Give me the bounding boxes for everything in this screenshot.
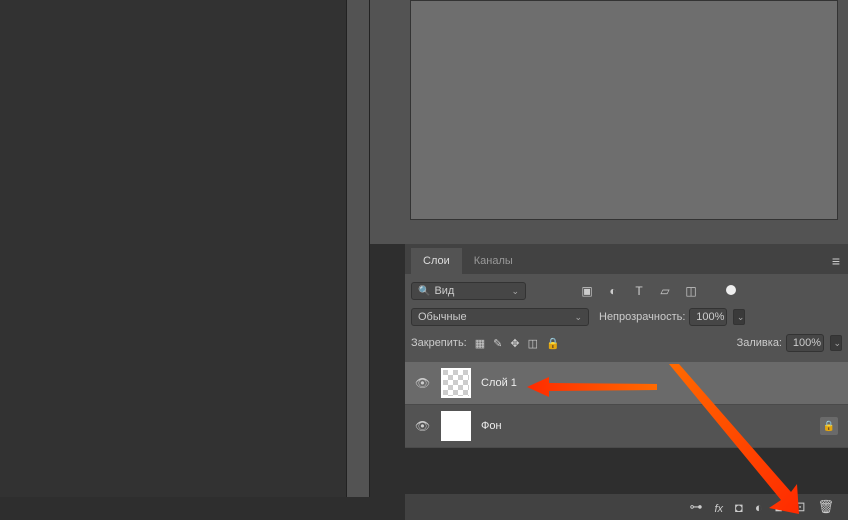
fill-input[interactable]: 100% (786, 334, 824, 352)
adjustment-icon[interactable]: ◐ (755, 500, 763, 515)
lock-label: Закрепить: (411, 337, 467, 349)
lock-row: Закрепить: ▦ ✎ ✥ ◫ 🔒 Заливка: 100% ⌄ (405, 330, 848, 356)
layer-row[interactable]: 👁 Фон 🔒 (405, 405, 848, 448)
left-strip (346, 0, 370, 497)
shape-icon[interactable]: ▱ (658, 284, 672, 298)
chevron-down-icon: ⌄ (511, 286, 519, 297)
chevron-down-icon: ⌄ (833, 338, 841, 349)
layer-name[interactable]: Фон (481, 420, 502, 432)
lock-brush-icon[interactable]: ✎ (493, 337, 502, 350)
lock-artboard-icon[interactable]: ◫ (528, 337, 538, 350)
fx-icon[interactable]: fx (714, 500, 723, 515)
filter-toggle[interactable] (726, 285, 736, 295)
layer-filter-kind[interactable]: 🔍 Вид ⌄ (411, 282, 526, 300)
lock-all-icon[interactable]: 🔒 (546, 337, 560, 350)
trash-icon[interactable]: 🗑 (817, 499, 834, 515)
layers-panel: Слои Каналы ≡ 🔍 Вид ⌄ ▣ ◐ T ▱ ◫ Обычные … (405, 244, 848, 448)
lock-icons: ▦ ✎ ✥ ◫ 🔒 (475, 337, 560, 350)
layer-thumbnail[interactable] (441, 411, 471, 441)
fill-chevron[interactable]: ⌄ (830, 335, 842, 351)
layer-name[interactable]: Слой 1 (481, 377, 517, 389)
chevron-down-icon: ⌄ (574, 312, 582, 323)
visibility-icon[interactable]: 👁 (415, 376, 431, 390)
tab-layers[interactable]: Слои (411, 248, 462, 274)
workspace-left (0, 0, 346, 497)
type-icon[interactable]: T (632, 284, 646, 298)
lock-icon: 🔒 (820, 417, 838, 435)
smartobject-icon[interactable]: ◫ (684, 284, 698, 298)
layer-row[interactable]: 👁 Слой 1 (405, 362, 848, 405)
blend-row: Обычные ⌄ Непрозрачность: 100% ⌄ (405, 304, 848, 330)
opacity-label: Непрозрачность: (599, 311, 685, 323)
opacity-chevron[interactable]: ⌄ (733, 309, 745, 325)
opacity-value: 100% (696, 311, 724, 323)
filter-kind-label: Вид (434, 285, 454, 297)
tab-channels[interactable]: Каналы (462, 248, 525, 274)
filter-icons: ▣ ◐ T ▱ ◫ (580, 284, 698, 298)
fill-label: Заливка: (737, 337, 782, 349)
canvas[interactable] (410, 0, 838, 220)
group-icon[interactable]: ■ (775, 500, 783, 515)
search-icon: 🔍 (418, 286, 430, 297)
layer-thumbnail[interactable] (441, 368, 471, 398)
lock-move-icon[interactable]: ✥ (510, 337, 519, 350)
panel-tabs: Слои Каналы ≡ (405, 244, 848, 274)
mask-icon[interactable]: ◘ (735, 500, 743, 515)
blend-mode-select[interactable]: Обычные ⌄ (411, 308, 589, 326)
fill-value: 100% (793, 337, 821, 349)
opacity-input[interactable]: 100% (689, 308, 727, 326)
layers-bottom-bar: ⊶ fx ◘ ◐ ■ ⊡ 🗑 (405, 494, 848, 520)
panel-menu-icon[interactable]: ≡ (832, 253, 840, 269)
visibility-icon[interactable]: 👁 (415, 419, 431, 433)
link-icon[interactable]: ⊶ (689, 499, 702, 515)
new-layer-icon[interactable]: ⊡ (795, 499, 806, 515)
lock-transparent-icon[interactable]: ▦ (475, 337, 485, 350)
adjustment-filter-icon[interactable]: ◐ (606, 284, 620, 298)
layers-list: 👁 Слой 1 👁 Фон 🔒 (405, 362, 848, 448)
image-icon[interactable]: ▣ (580, 284, 594, 298)
chevron-down-icon: ⌄ (737, 312, 745, 323)
blend-mode-value: Обычные (418, 311, 467, 323)
canvas-area (370, 0, 848, 244)
filter-row: 🔍 Вид ⌄ ▣ ◐ T ▱ ◫ (405, 274, 848, 304)
